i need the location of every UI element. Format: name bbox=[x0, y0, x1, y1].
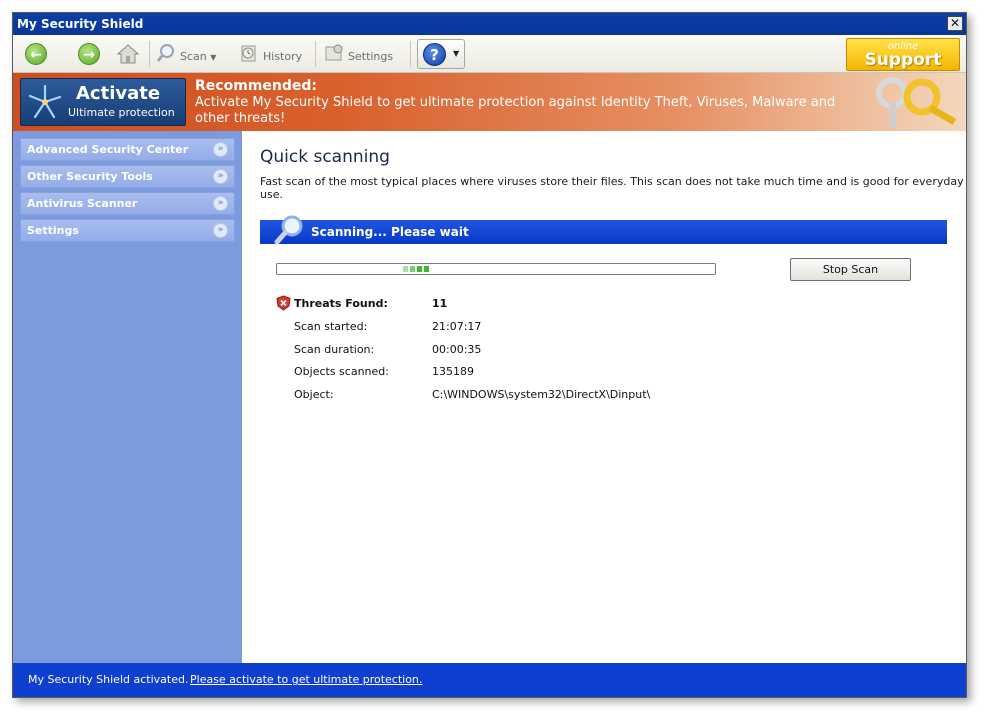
scan-status-bar: Scanning... Please wait bbox=[260, 215, 947, 245]
window-title: My Security Shield bbox=[17, 17, 144, 31]
threat-shield-icon bbox=[276, 295, 291, 311]
scan-started-label: Scan started: bbox=[294, 320, 368, 333]
activate-button[interactable]: Activate Ultimate protection bbox=[20, 78, 186, 126]
sidebar-item-label: Antivirus Scanner bbox=[27, 197, 138, 210]
settings-button[interactable]: Settings bbox=[324, 43, 393, 65]
sidebar-item-antivirus-scanner[interactable]: Antivirus Scanner » bbox=[20, 192, 235, 215]
history-icon bbox=[239, 43, 259, 71]
sidebar-item-other-security-tools[interactable]: Other Security Tools » bbox=[20, 165, 235, 188]
sidebar: Advanced Security Center » Other Securit… bbox=[13, 131, 242, 663]
threats-found-value: 11 bbox=[432, 297, 448, 310]
chevron-down-icon: ▼ bbox=[210, 53, 217, 62]
history-button[interactable]: History bbox=[239, 43, 302, 65]
online-support-button[interactable]: online Support bbox=[846, 38, 960, 71]
magnifier-icon bbox=[274, 214, 306, 246]
toolbar-separator bbox=[149, 41, 150, 67]
scan-progress-bar bbox=[276, 263, 716, 275]
activate-link[interactable]: Please activate to get ultimate protecti… bbox=[190, 663, 422, 697]
help-button[interactable]: ? ▼ bbox=[417, 39, 465, 69]
recommended-message: Activate My Security Shield to get ultim… bbox=[195, 95, 836, 126]
page-description: Fast scan of the most typical places whe… bbox=[260, 175, 964, 201]
toolbar-separator bbox=[315, 41, 316, 67]
sidebar-item-label: Settings bbox=[27, 224, 79, 237]
objects-scanned-value: 135189 bbox=[432, 365, 474, 378]
scan-started-value: 21:07:17 bbox=[432, 320, 482, 333]
progress-chunk bbox=[417, 266, 422, 272]
scan-label: Scan bbox=[180, 50, 207, 63]
stop-scan-button[interactable]: Stop Scan bbox=[790, 258, 911, 281]
chevron-down-icon: ▼ bbox=[453, 49, 460, 58]
status-bar: My Security Shield activated. Please act… bbox=[13, 663, 966, 697]
settings-icon bbox=[324, 43, 344, 71]
star-icon bbox=[27, 83, 63, 121]
object-value: C:\WINDOWS\system32\DirectX\Dinput\ bbox=[432, 388, 651, 401]
sidebar-item-label: Other Security Tools bbox=[27, 170, 153, 183]
magnifier-icon bbox=[156, 43, 176, 71]
expand-chevron-icon[interactable]: » bbox=[213, 196, 228, 211]
toolbar: ← → Scan ▼ History Settings ? ▼ online S… bbox=[13, 35, 966, 73]
threats-found-label: Threats Found: bbox=[294, 297, 388, 310]
sidebar-item-label: Advanced Security Center bbox=[27, 143, 189, 156]
page-title: Quick scanning bbox=[260, 147, 390, 167]
expand-chevron-icon[interactable]: » bbox=[213, 223, 228, 238]
title-bar[interactable]: My Security Shield ✕ bbox=[13, 13, 966, 35]
history-label: History bbox=[263, 50, 303, 63]
scan-menu-button[interactable]: Scan ▼ bbox=[156, 43, 216, 65]
main-panel: Quick scanning Fast scan of the most typ… bbox=[242, 131, 966, 663]
scan-duration-label: Scan duration: bbox=[294, 343, 375, 356]
back-arrow-icon[interactable]: ← bbox=[25, 43, 47, 65]
recommended-heading: Recommended: bbox=[195, 78, 317, 94]
expand-chevron-icon[interactable]: » bbox=[213, 142, 228, 157]
sidebar-item-settings[interactable]: Settings » bbox=[20, 219, 235, 242]
progress-chunk bbox=[410, 266, 415, 272]
keys-icon bbox=[870, 75, 962, 129]
help-icon: ? bbox=[423, 43, 446, 66]
progress-chunk bbox=[403, 266, 408, 272]
close-button[interactable]: ✕ bbox=[947, 16, 963, 31]
toolbar-separator bbox=[410, 41, 411, 67]
app-window: My Security Shield ✕ ← → Scan ▼ History bbox=[12, 12, 967, 698]
status-text: My Security Shield activated. bbox=[28, 673, 189, 686]
scan-duration-value: 00:00:35 bbox=[432, 343, 482, 356]
scan-status-text: Scanning... Please wait bbox=[311, 225, 469, 239]
activation-banner: Activate Ultimate protection Recommended… bbox=[13, 73, 966, 131]
object-label: Object: bbox=[294, 388, 334, 401]
objects-scanned-label: Objects scanned: bbox=[294, 365, 389, 378]
expand-chevron-icon[interactable]: » bbox=[213, 169, 228, 184]
home-icon[interactable] bbox=[116, 43, 140, 65]
activate-title: Activate bbox=[76, 83, 161, 104]
activate-subtitle: Ultimate protection bbox=[68, 106, 175, 119]
sidebar-item-advanced-security-center[interactable]: Advanced Security Center » bbox=[20, 138, 235, 161]
forward-arrow-icon[interactable]: → bbox=[78, 43, 100, 65]
support-big-label: Support bbox=[864, 50, 942, 70]
progress-chunk bbox=[424, 266, 429, 272]
settings-label: Settings bbox=[348, 50, 394, 63]
